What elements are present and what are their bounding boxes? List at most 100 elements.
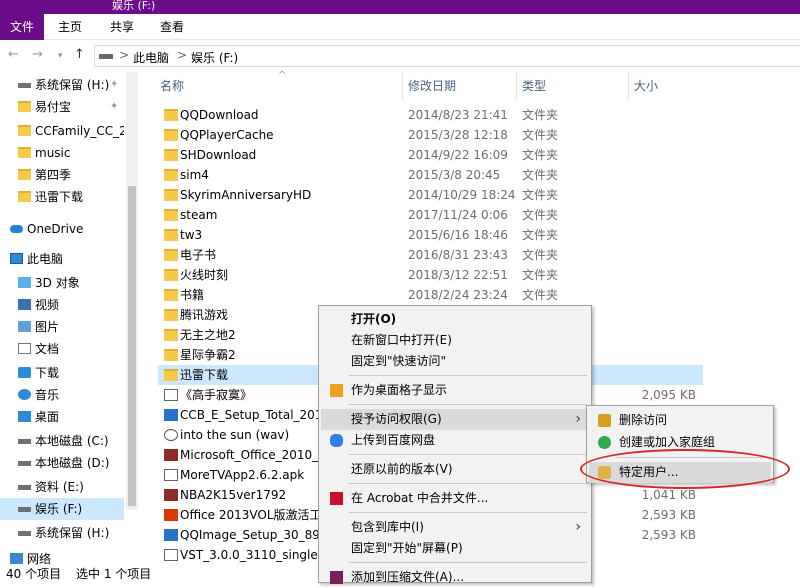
file-icon [164, 549, 178, 561]
column-header-date[interactable]: 修改日期 [408, 72, 456, 100]
sidebar-item[interactable]: CCFamily_CC_2 [0, 120, 124, 142]
sidebar-item[interactable]: 此电脑 [0, 248, 124, 270]
tab-home[interactable]: 主页 [48, 14, 92, 40]
file-row[interactable]: SkyrimAnniversaryHD 2014/10/29 18:24 文件夹 [158, 185, 703, 205]
column-divider[interactable] [402, 72, 403, 100]
folder-icon [164, 169, 178, 181]
sidebar-item[interactable]: 视频 [0, 294, 124, 316]
menu-item[interactable]: 打开(O) [321, 309, 589, 330]
file-type: 文件夹 [522, 268, 559, 282]
sidebar-item[interactable]: 资料 (E:) [0, 476, 124, 498]
forward-icon[interactable]: → [32, 47, 43, 62]
menu-separator [349, 454, 587, 455]
breadcrumb-this-pc[interactable]: 此电脑 [133, 49, 169, 66]
file-type: 文件夹 [522, 148, 559, 162]
file-name: tw3 [180, 228, 203, 242]
menu-item[interactable]: 固定到"快速访问" [321, 351, 589, 372]
column-divider[interactable] [628, 72, 629, 100]
file-row[interactable]: SHDownload 2014/9/22 16:09 文件夹 [158, 145, 703, 165]
sidebar-item[interactable]: 桌面 [0, 406, 124, 428]
menu-item-label: 固定到"开始"屏幕(P) [351, 541, 463, 555]
tab-share[interactable]: 共享 [100, 14, 144, 40]
window-title: 娱乐 (F:) [112, 0, 156, 12]
tab-file[interactable]: 文件 [0, 14, 44, 40]
menu-item[interactable]: 在新窗口中打开(E) [321, 330, 589, 351]
sidebar-item[interactable]: 系统保留 (H:) ✦ [0, 74, 124, 96]
cube-icon [18, 277, 31, 288]
file-date: 2015/3/28 12:18 [408, 128, 508, 142]
menu-item-label: 固定到"快速访问" [351, 354, 447, 368]
sidebar-item[interactable]: 下载 [0, 362, 124, 384]
sidebar-item[interactable]: 音乐 [0, 384, 124, 406]
sidebar-scrollbar-thumb[interactable] [128, 186, 136, 506]
column-header-type[interactable]: 类型 [522, 72, 546, 100]
pin-icon[interactable]: ✦ [110, 74, 118, 96]
tab-view[interactable]: 查看 [150, 14, 194, 40]
sidebar-item[interactable]: 迅雷下载 [0, 186, 124, 208]
file-icon [164, 389, 178, 401]
sidebar-item[interactable]: 3D 对象 [0, 272, 124, 294]
file-row[interactable]: steam 2017/11/24 0:06 文件夹 [158, 205, 703, 225]
sidebar-item[interactable]: 第四季 [0, 164, 124, 186]
folder-icon [164, 329, 178, 341]
sidebar-item[interactable]: 系统保留 (H:) [0, 522, 124, 544]
menu-item-label: 添加到压缩文件(A)... [351, 570, 465, 584]
menu-item[interactable]: 还原以前的版本(V) [321, 459, 589, 480]
menu-item-label: 在新窗口中打开(E) [351, 333, 452, 347]
archive-icon [164, 489, 178, 501]
menu-item[interactable]: 上传到百度网盘 [321, 430, 589, 451]
breadcrumb-current-drive[interactable]: 娱乐 (F:) [191, 49, 238, 66]
file-date: 2014/10/29 18:24 [408, 188, 516, 202]
file-row[interactable]: 火线时刻 2018/3/12 22:51 文件夹 [158, 265, 703, 285]
drive-icon [18, 485, 31, 490]
drive-icon [18, 461, 31, 466]
menu-item[interactable]: 在 Acrobat 中合并文件... [321, 488, 589, 509]
up-icon[interactable]: ↑ [74, 47, 85, 62]
sidebar-item[interactable]: 文档 [0, 338, 124, 360]
sidebar-item[interactable]: music [0, 142, 124, 164]
menu-item[interactable]: 删除访问 [589, 410, 771, 431]
highlight-ellipse-annotation [580, 449, 790, 489]
address-bar[interactable]: > 此电脑 > 娱乐 (F:) [94, 45, 800, 67]
sidebar-item[interactable]: 本地磁盘 (D:) [0, 452, 124, 474]
menu-item[interactable]: 作为桌面格子显示 [321, 380, 589, 401]
file-row[interactable]: sim4 2015/3/8 20:45 文件夹 [158, 165, 703, 185]
drive-icon [18, 507, 31, 512]
file-date: 2017/11/24 0:06 [408, 208, 508, 222]
file-row[interactable]: QQPlayerCache 2015/3/28 12:18 文件夹 [158, 125, 703, 145]
menu-item[interactable]: 包含到库中(I) › [321, 517, 589, 538]
file-date: 2014/9/22 16:09 [408, 148, 508, 162]
sidebar-item[interactable]: 易付宝 ✦ [0, 96, 124, 118]
menu-item[interactable]: 添加到压缩文件(A)... [321, 567, 589, 588]
column-header-name[interactable]: 名称 [160, 72, 184, 100]
back-icon[interactable]: ← [8, 47, 19, 62]
audio-icon [164, 429, 178, 441]
title-bar: 娱乐 (F:) [0, 0, 800, 14]
column-header-size[interactable]: 大小 [634, 72, 658, 100]
menu-item[interactable]: 固定到"开始"屏幕(P) [321, 538, 589, 559]
file-name: steam [180, 208, 218, 222]
folder-icon [164, 349, 178, 361]
file-row[interactable]: 书籍 2018/2/24 23:24 文件夹 [158, 285, 703, 305]
column-divider[interactable] [516, 72, 517, 100]
homegroup-icon [598, 436, 611, 449]
folder-icon [164, 269, 178, 281]
menu-item-label: 包含到库中(I) [351, 520, 424, 534]
sidebar-item[interactable]: 娱乐 (F:) [0, 498, 124, 520]
sidebar-item[interactable]: 图片 [0, 316, 124, 338]
file-name: NBA2K15ver1792 [180, 488, 287, 502]
sidebar-item[interactable]: 本地磁盘 (C:) [0, 430, 124, 452]
menu-item[interactable]: 授予访问权限(G) › [321, 409, 589, 430]
pin-icon[interactable]: ✦ [110, 96, 118, 118]
folder-icon [164, 289, 178, 301]
file-row[interactable]: tw3 2015/6/16 18:46 文件夹 [158, 225, 703, 245]
file-type: 文件夹 [522, 168, 559, 182]
file-type: 文件夹 [522, 248, 559, 262]
sidebar-item[interactable]: OneDrive [0, 218, 124, 240]
sidebar-item-label: 系统保留 (H:) [35, 78, 110, 92]
menu-separator [349, 512, 587, 513]
recent-locations-icon[interactable]: ▾ [58, 51, 63, 61]
file-row[interactable]: QQDownload 2014/8/23 21:41 文件夹 [158, 105, 703, 125]
file-size: 2,593 KB [641, 528, 696, 542]
file-row[interactable]: 电子书 2016/8/31 23:43 文件夹 [158, 245, 703, 265]
